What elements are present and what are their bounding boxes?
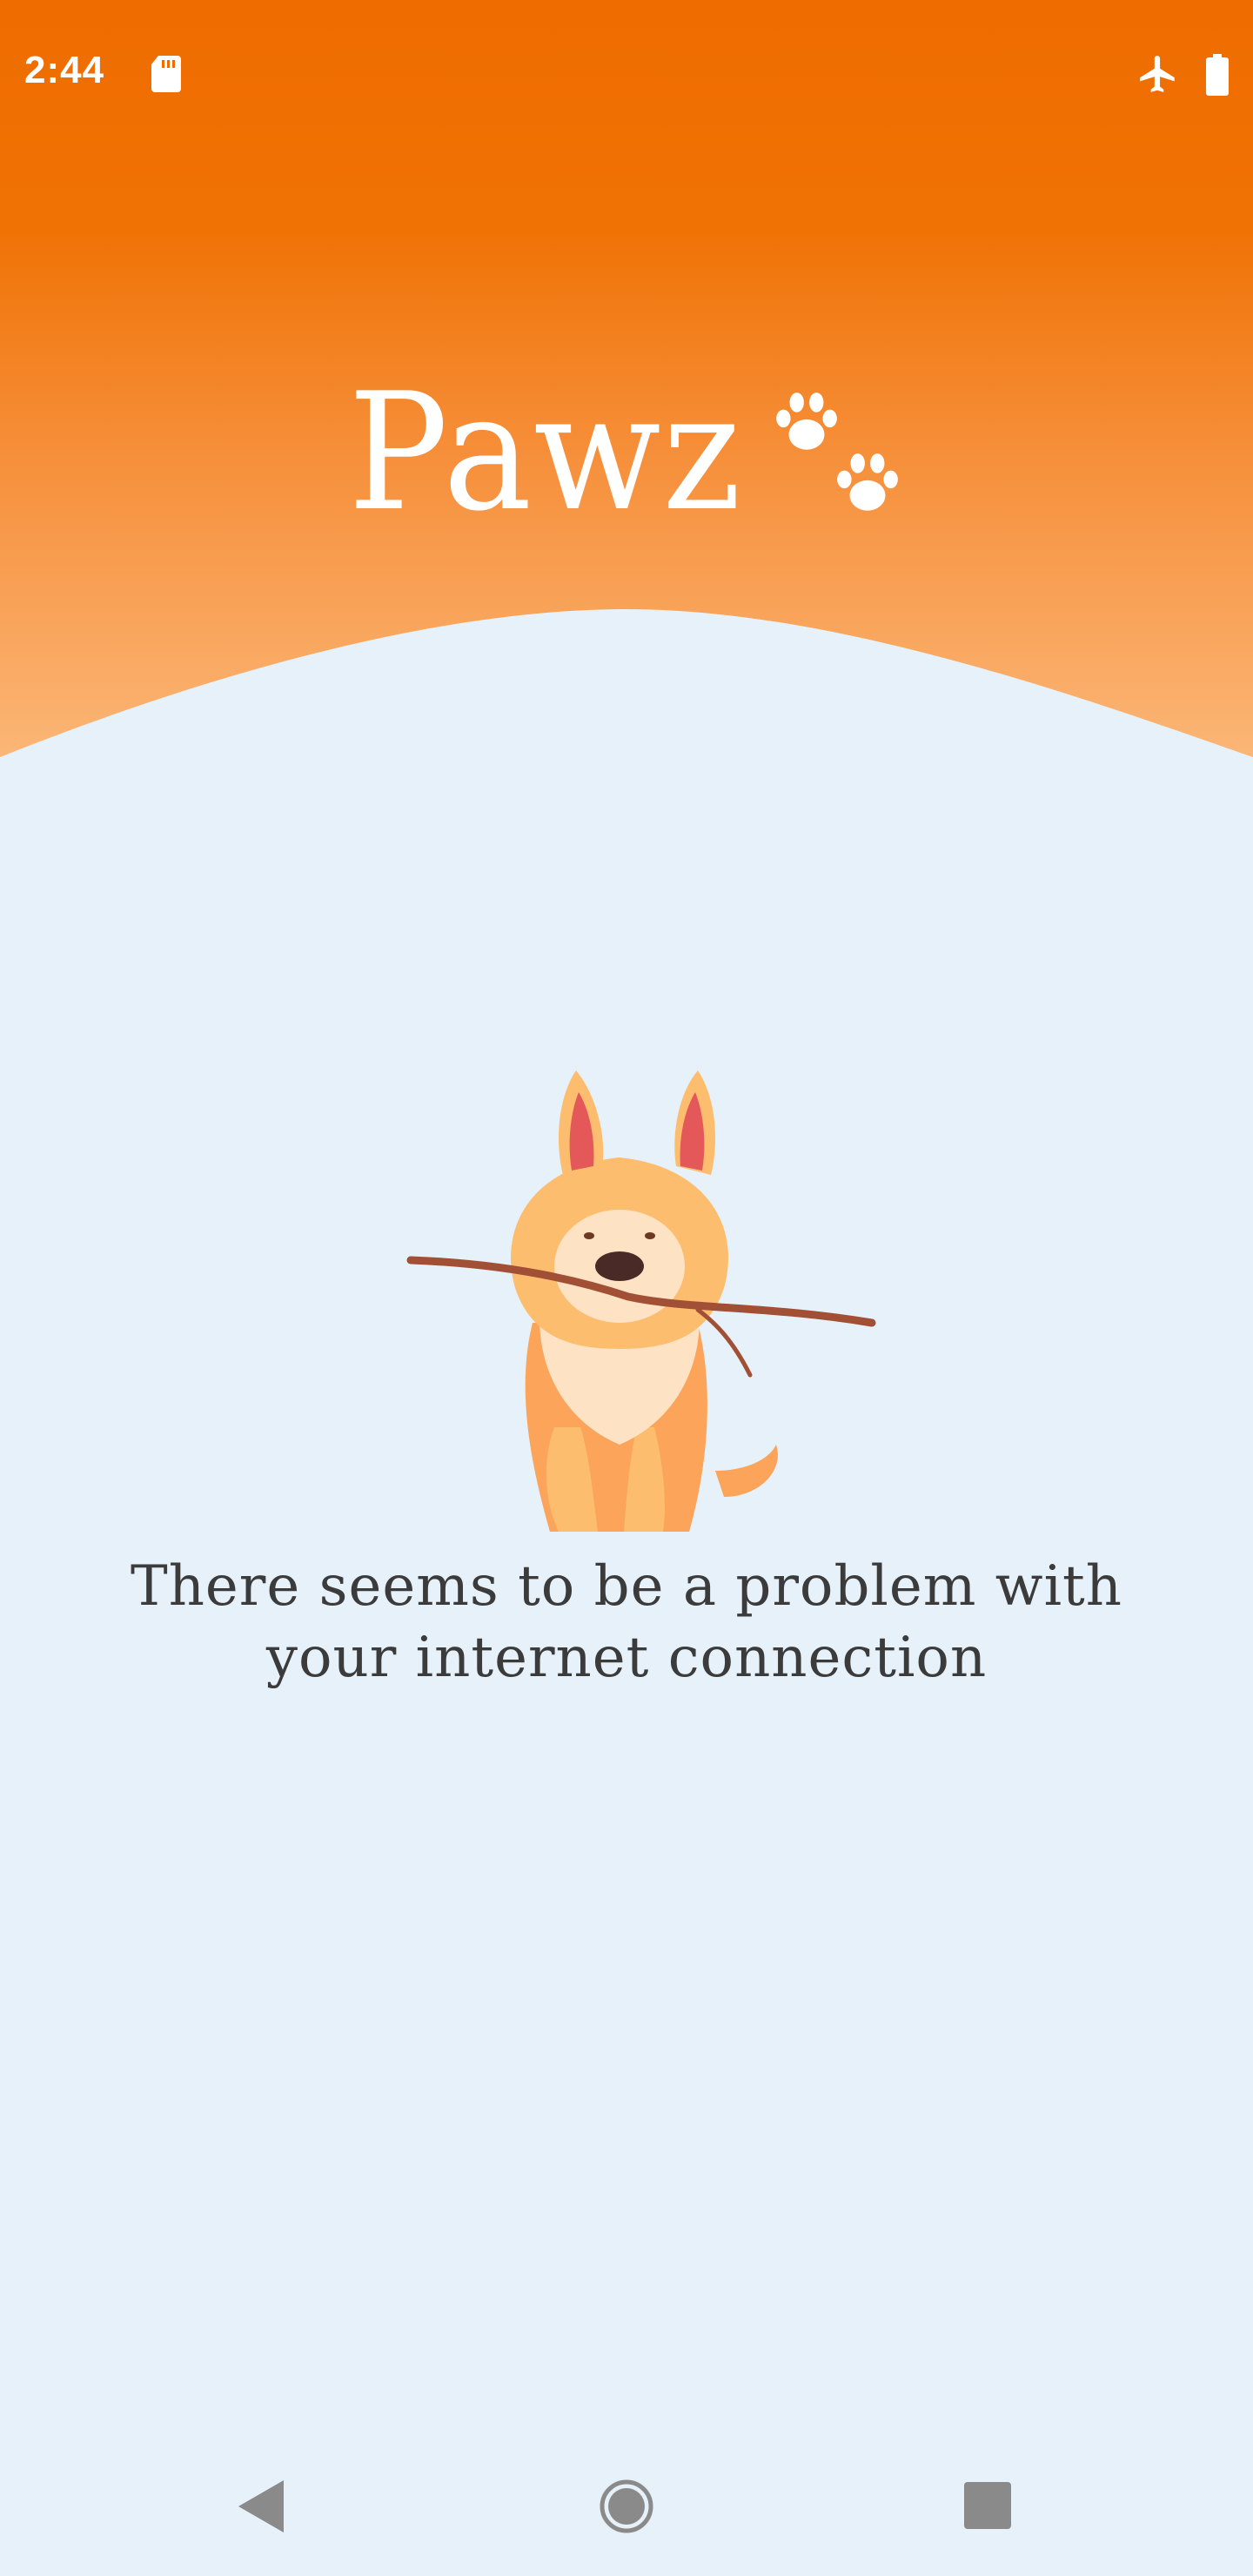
dog-illustration (406, 1070, 876, 1532)
app-logo: Pawz (348, 366, 922, 540)
no-connection-screen: 2:44 Pawz There seems to be a problem wi… (0, 0, 1253, 2576)
status-bar: 2:44 (0, 0, 1253, 148)
paw-icon (837, 453, 898, 511)
recents-icon[interactable] (964, 2482, 1011, 2529)
back-icon[interactable] (235, 2477, 287, 2536)
battery-icon (1206, 54, 1229, 96)
sd-card-icon (151, 56, 181, 92)
status-time: 2:44 (24, 49, 105, 91)
home-icon[interactable] (599, 2479, 654, 2534)
airplane-mode-icon (1140, 56, 1175, 92)
navigation-bar (0, 2445, 1253, 2559)
app-logo-text: Pawz (348, 358, 743, 547)
connection-error-message: There seems to be a problem with your in… (131, 1554, 1122, 1690)
